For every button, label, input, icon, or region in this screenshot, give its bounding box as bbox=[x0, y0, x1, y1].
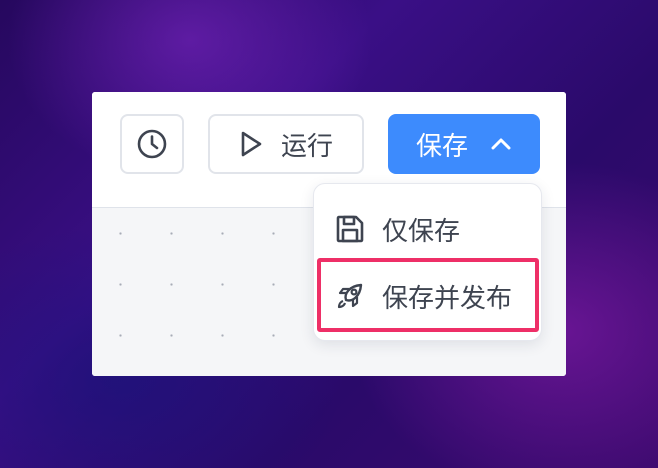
save-label: 保存 bbox=[415, 131, 468, 162]
floppy-disk-icon bbox=[334, 213, 366, 245]
menu-item-label: 保存并发布 bbox=[382, 283, 513, 314]
menu-item-save-only[interactable]: 仅保存 bbox=[314, 198, 541, 260]
run-label: 运行 bbox=[280, 131, 333, 162]
save-button[interactable]: 保存 bbox=[388, 114, 540, 174]
run-button[interactable]: 运行 bbox=[208, 114, 364, 174]
rocket-icon bbox=[334, 280, 366, 312]
play-icon bbox=[239, 130, 263, 158]
history-button[interactable] bbox=[120, 114, 184, 174]
clock-icon bbox=[136, 128, 168, 160]
menu-item-save-and-publish[interactable]: 保存并发布 bbox=[314, 262, 541, 330]
menu-item-label: 仅保存 bbox=[382, 216, 461, 247]
chevron-up-icon bbox=[490, 137, 512, 151]
save-dropdown-menu: 仅保存 保存并发布 bbox=[313, 183, 542, 341]
